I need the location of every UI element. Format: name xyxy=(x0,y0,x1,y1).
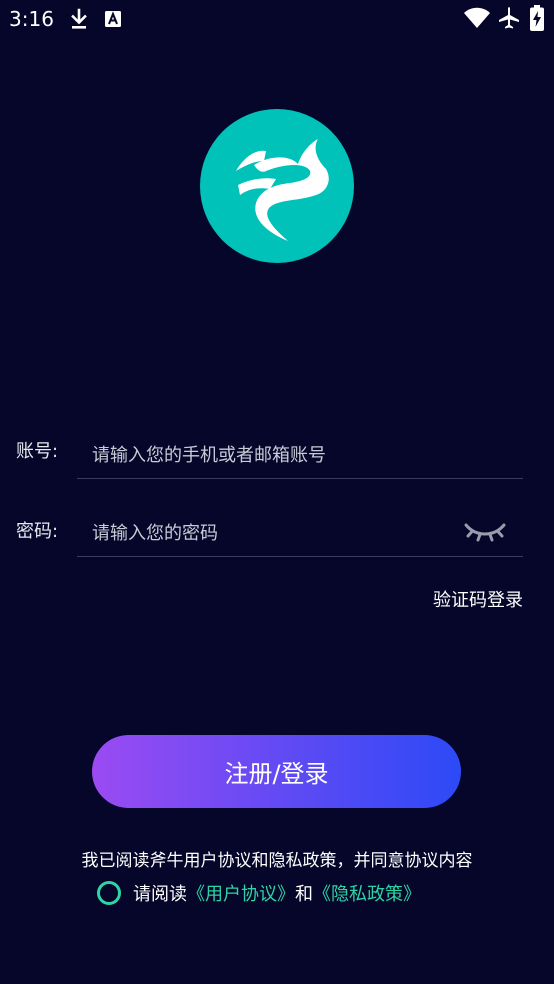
airplane-icon xyxy=(499,7,519,29)
agreement-statement: 我已阅读斧牛用户协议和隐私政策，并同意协议内容 xyxy=(81,851,473,871)
battery-charging-icon xyxy=(530,5,544,31)
account-input[interactable] xyxy=(77,433,462,477)
account-label: 账号: xyxy=(16,441,59,462)
agreement-prefix: 请阅读 xyxy=(133,884,187,905)
status-bar: 3:16 xyxy=(0,0,554,40)
password-label: 密码: xyxy=(16,521,59,542)
agreement-row: 请阅读 《用户协议》 和 《隐私政策》 xyxy=(97,878,421,908)
download-icon xyxy=(71,8,87,29)
wifi-icon xyxy=(464,7,490,28)
privacy-policy-link[interactable]: 《隐私政策》 xyxy=(313,880,421,906)
password-input[interactable] xyxy=(77,511,462,555)
code-login-link[interactable]: 验证码登录 xyxy=(433,589,523,613)
register-login-button[interactable]: 注册/登录 xyxy=(92,735,461,808)
font-a-icon xyxy=(105,11,121,27)
brand-logo xyxy=(200,109,354,263)
brand-swirl-logo-icon xyxy=(236,139,329,241)
eye-closed-icon xyxy=(464,523,506,542)
password-visibility-toggle[interactable] xyxy=(462,521,508,547)
user-agreement-link[interactable]: 《用户协议》 xyxy=(187,880,295,906)
agreement-and: 和 xyxy=(295,884,313,905)
password-field xyxy=(77,511,523,557)
agreement-checkbox[interactable] xyxy=(97,881,121,905)
account-field xyxy=(77,433,523,479)
status-time: 3:16 xyxy=(9,7,54,31)
